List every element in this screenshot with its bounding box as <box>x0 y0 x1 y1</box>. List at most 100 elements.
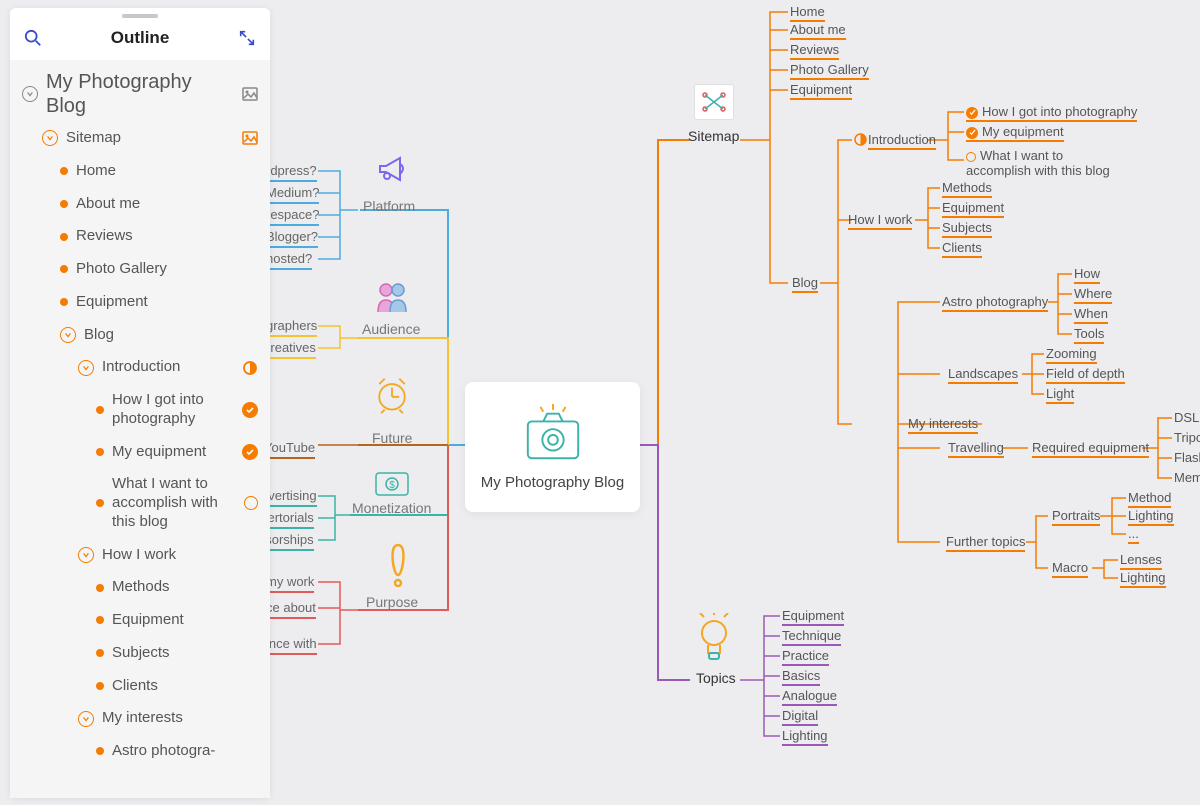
outline-item[interactable]: Equipment <box>20 286 260 319</box>
outline-item[interactable]: Sitemap <box>20 122 260 155</box>
branch-future[interactable]: Future <box>372 430 412 446</box>
mindmap-leaf[interactable]: Zooming <box>1046 346 1097 364</box>
outline-item[interactable]: How I got into photography <box>20 384 260 436</box>
outline-item[interactable]: How I work <box>20 539 260 572</box>
chevron-down-icon[interactable] <box>42 130 58 146</box>
mindmap-leaf[interactable]: ... <box>1128 526 1139 544</box>
mindmap-leaf[interactable]: Field of depth <box>1046 366 1125 384</box>
outline-item[interactable]: Methods <box>20 571 260 604</box>
mindmap-leaf[interactable]: Photo Gallery <box>790 62 869 80</box>
mindmap-leaf[interactable]: YouTube <box>264 440 315 459</box>
mindmap-leaf[interactable]: rdpress? <box>266 163 317 182</box>
node-interests[interactable]: My interests <box>908 416 978 434</box>
mindmap-leaf[interactable]: Where <box>1074 286 1112 304</box>
mindmap-leaf[interactable]: Methods <box>942 180 992 198</box>
mindmap-leaf[interactable]: Home <box>790 4 825 22</box>
mindmap-leaf[interactable]: Flash <box>1174 450 1200 466</box>
node-macro[interactable]: Macro <box>1052 560 1088 578</box>
chevron-down-icon[interactable] <box>78 547 94 563</box>
search-icon[interactable] <box>24 29 42 47</box>
mindmap-leaf[interactable]: DSLR <box>1174 410 1200 426</box>
mindmap-leaf[interactable]: Lighting <box>782 728 828 746</box>
node-topics[interactable]: Topics <box>696 670 736 686</box>
node-blog[interactable]: Blog <box>792 275 818 293</box>
mindmap-leaf[interactable]: my work <box>266 574 314 593</box>
outline-item[interactable]: Clients <box>20 670 260 703</box>
mindmap-leaf[interactable]: Lenses <box>1120 552 1162 570</box>
mindmap-leaf[interactable]: Tools <box>1074 326 1104 344</box>
mindmap-leaf[interactable]: Light <box>1046 386 1074 404</box>
mindmap-leaf[interactable]: Lighting <box>1120 570 1166 588</box>
outline-item[interactable]: Subjects <box>20 637 260 670</box>
mindmap-leaf[interactable]: Reviews <box>790 42 839 60</box>
mindmap-leaf[interactable]: Digital <box>782 708 818 726</box>
chevron-down-icon[interactable] <box>22 86 38 102</box>
outline-item[interactable]: Astro photogra- <box>20 735 260 768</box>
mindmap-leaf[interactable]: Basics <box>782 668 820 686</box>
outline-item[interactable]: Equipment <box>20 604 260 637</box>
chevron-down-icon[interactable] <box>78 711 94 727</box>
money-icon: $ <box>375 472 409 496</box>
outline-item[interactable]: Blog <box>20 319 260 352</box>
mindmap-leaf[interactable]: ce about <box>266 600 316 619</box>
node-introduction[interactable]: Introduction <box>868 132 936 150</box>
mindmap-leaf[interactable]: What I want to accomplish with this blog <box>966 148 1126 179</box>
mindmap-leaf[interactable]: ince with <box>266 636 317 655</box>
people-icon <box>372 278 412 318</box>
center-node[interactable]: My Photography Blog <box>465 382 640 512</box>
node-further[interactable]: Further topics <box>946 534 1025 552</box>
mindmap-leaf[interactable]: My equipment <box>966 124 1064 142</box>
mindmap-leaf[interactable]: Memo <box>1174 470 1200 486</box>
node-travelling[interactable]: Travelling <box>948 440 1004 458</box>
mindmap-leaf[interactable]: Equipment <box>790 82 852 100</box>
mindmap-leaf[interactable]: Medium? <box>266 185 319 204</box>
chevron-down-icon[interactable] <box>78 360 94 376</box>
branch-audience[interactable]: Audience <box>362 321 420 337</box>
mindmap-leaf[interactable]: Method <box>1128 490 1171 508</box>
chevron-down-icon[interactable] <box>60 327 76 343</box>
image-icon <box>242 86 258 102</box>
mindmap-leaf[interactable]: How <box>1074 266 1100 284</box>
mindmap-leaf[interactable]: Equipment <box>782 608 844 626</box>
mindmap-leaf[interactable]: Practice <box>782 648 829 666</box>
mindmap-leaf[interactable]: hosted? <box>266 251 312 270</box>
outline-item[interactable]: Reviews <box>20 220 260 253</box>
node-howiwork[interactable]: How I work <box>848 212 912 230</box>
mindmap-leaf[interactable]: Technique <box>782 628 841 646</box>
outline-item[interactable]: Photo Gallery <box>20 253 260 286</box>
mindmap-leaf[interactable]: When <box>1074 306 1108 324</box>
outline-item[interactable]: My interests <box>20 702 260 735</box>
node-astro[interactable]: Astro photography <box>942 294 1048 312</box>
sitemap-icon-box[interactable] <box>694 84 734 120</box>
bullet-icon <box>96 448 104 456</box>
outline-panel[interactable]: Outline My Photography Blog SitemapHomeA… <box>10 8 270 798</box>
branch-purpose[interactable]: Purpose <box>366 594 418 610</box>
check-icon <box>966 107 978 119</box>
mindmap-leaf[interactable]: How I got into photography <box>966 104 1137 122</box>
outline-item[interactable]: Home <box>20 155 260 188</box>
branch-monetization[interactable]: Monetization <box>352 500 431 516</box>
branch-platform[interactable]: Platform <box>363 198 415 214</box>
mindmap-leaf[interactable]: Blogger? <box>266 229 318 248</box>
node-required[interactable]: Required equipment <box>1032 440 1149 458</box>
mindmap-leaf[interactable]: About me <box>790 22 846 40</box>
mindmap-leaf[interactable]: Analogue <box>782 688 837 706</box>
mindmap-leaf[interactable]: graphers <box>266 318 317 337</box>
mindmap-leaf[interactable]: Tripod <box>1174 430 1200 446</box>
outline-item[interactable]: My equipment <box>20 436 260 469</box>
node-portraits[interactable]: Portraits <box>1052 508 1100 526</box>
outline-root[interactable]: My Photography Blog <box>20 66 260 122</box>
expand-icon[interactable] <box>238 29 256 47</box>
node-sitemap[interactable]: Sitemap <box>688 128 739 144</box>
panel-handle[interactable] <box>122 14 158 18</box>
mindmap-leaf[interactable]: Clients <box>942 240 982 258</box>
outline-body[interactable]: My Photography Blog SitemapHomeAbout meR… <box>10 60 270 798</box>
outline-item[interactable]: About me <box>20 188 260 221</box>
outline-item[interactable]: What I want to accomplish with this blog <box>20 468 260 538</box>
mindmap-leaf[interactable]: Subjects <box>942 220 992 238</box>
node-landscapes[interactable]: Landscapes <box>948 366 1018 384</box>
mindmap-leaf[interactable]: respace? <box>266 207 319 226</box>
outline-item[interactable]: Introduction <box>20 351 260 384</box>
mindmap-leaf[interactable]: Equipment <box>942 200 1004 218</box>
mindmap-leaf[interactable]: Lighting <box>1128 508 1174 526</box>
